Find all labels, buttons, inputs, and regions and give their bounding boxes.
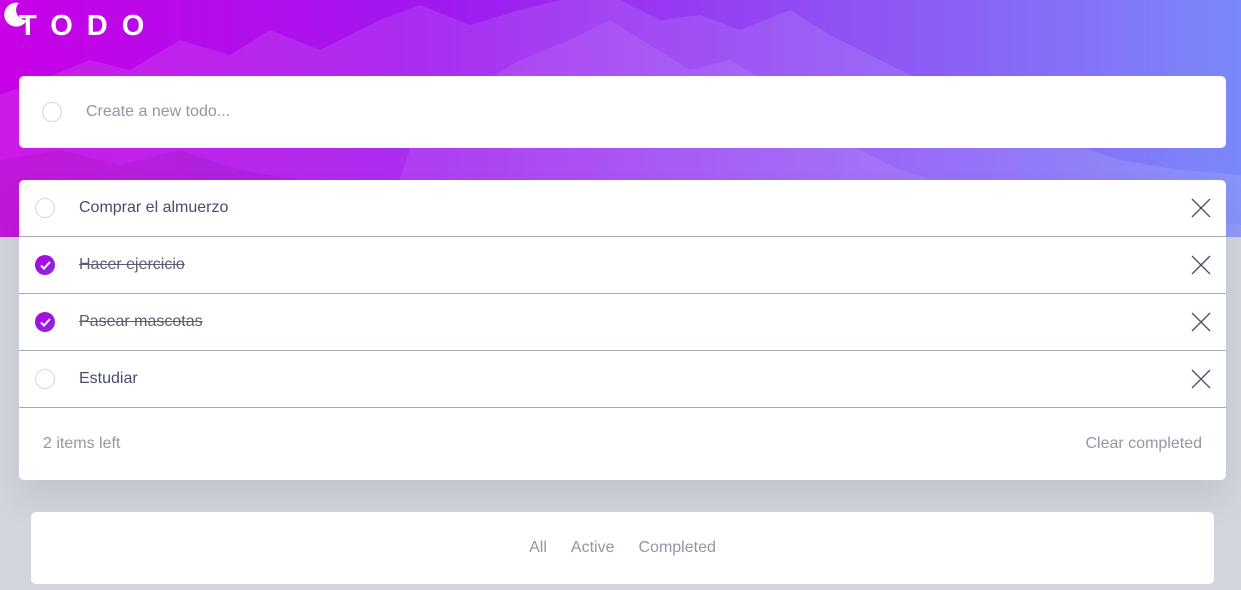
checkbox-circle-icon[interactable] <box>35 198 55 218</box>
app-title: TODO <box>19 10 159 42</box>
new-todo-circle-icon <box>42 102 62 122</box>
todo-item: Comprar el almuerzo <box>19 180 1226 237</box>
todo-item: Pasear mascotas <box>19 294 1226 351</box>
moon-icon[interactable] <box>0 0 30 30</box>
close-icon[interactable] <box>1190 254 1212 276</box>
new-todo-input[interactable] <box>86 103 1226 121</box>
items-left-count: 2 items left <box>43 435 121 452</box>
close-icon[interactable] <box>1190 311 1212 333</box>
todo-text[interactable]: Estudiar <box>79 370 1190 388</box>
clear-completed-button[interactable]: Clear completed <box>1086 435 1203 453</box>
filter-all[interactable]: All <box>529 539 547 557</box>
filter-bar: All Active Completed <box>31 512 1214 584</box>
close-icon[interactable] <box>1190 368 1212 390</box>
check-icon[interactable] <box>35 255 55 275</box>
todo-text[interactable]: Hacer ejercicio <box>79 256 1190 274</box>
todo-item: Estudiar <box>19 351 1226 408</box>
filter-active[interactable]: Active <box>571 539 615 557</box>
todo-text[interactable]: Pasear mascotas <box>79 313 1190 331</box>
todo-list: Comprar el almuerzo Hacer ejercicio Pase… <box>19 180 1226 480</box>
check-icon[interactable] <box>35 312 55 332</box>
checkbox-circle-icon[interactable] <box>35 369 55 389</box>
todo-text[interactable]: Comprar el almuerzo <box>79 199 1190 217</box>
list-footer: 2 items left Clear completed <box>19 408 1226 480</box>
new-todo-bar <box>19 76 1226 148</box>
filter-completed[interactable]: Completed <box>638 539 715 557</box>
close-icon[interactable] <box>1190 197 1212 219</box>
todo-item: Hacer ejercicio <box>19 237 1226 294</box>
